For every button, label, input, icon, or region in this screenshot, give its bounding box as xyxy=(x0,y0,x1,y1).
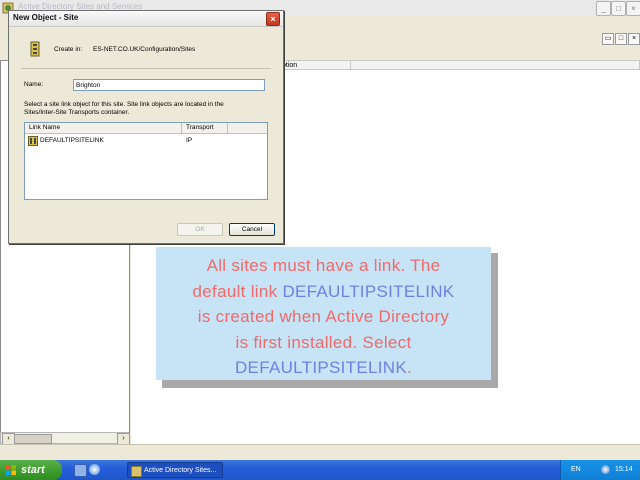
dialog-close-button[interactable]: × xyxy=(266,12,280,26)
dialog-title: New Object - Site xyxy=(13,13,79,22)
clock[interactable]: 15:14 xyxy=(615,466,633,473)
list-header: Link Name Transport xyxy=(25,123,267,134)
child-maximize-icon[interactable]: □ xyxy=(615,33,627,45)
scroll-thumb[interactable] xyxy=(14,434,52,444)
start-button[interactable]: start xyxy=(0,460,62,480)
restore-child-icon[interactable]: ▭ xyxy=(602,33,614,45)
column-transport[interactable]: Transport xyxy=(182,123,228,133)
cancel-button[interactable]: Cancel xyxy=(229,223,275,236)
tree-horizontal-scrollbar[interactable]: ‹ › xyxy=(0,432,130,445)
taskbar-item-label: Active Directory Sites... xyxy=(144,467,217,474)
tutorial-callout: All sites must have a link. The default … xyxy=(156,247,491,380)
name-label: Name: xyxy=(24,81,44,88)
create-in-label: Create in: xyxy=(54,46,83,53)
taskbar-item-active-directory[interactable]: Active Directory Sites... xyxy=(127,462,223,478)
instruction-line-1: Select a site link object for this site.… xyxy=(24,101,224,108)
transport-cell: IP xyxy=(186,137,193,144)
link-name-cell: DEFAULTIPSITELINK xyxy=(40,137,104,144)
close-icon[interactable]: × xyxy=(626,1,640,16)
windows-logo-icon xyxy=(6,465,16,475)
callout-line-2: default link xyxy=(192,281,283,301)
sitelink-icon xyxy=(28,136,38,146)
site-name-input[interactable]: Brighton xyxy=(73,79,265,91)
column-header-empty[interactable] xyxy=(350,60,640,70)
language-indicator[interactable]: EN xyxy=(571,466,581,473)
divider xyxy=(21,68,271,69)
callout-highlight-1: DEFAULTIPSITELINK xyxy=(282,281,455,301)
new-object-site-dialog: New Object - Site × Create in: ES-NET.CO… xyxy=(8,10,284,244)
site-icon xyxy=(30,41,40,57)
column-link-name[interactable]: Link Name xyxy=(25,123,182,133)
callout-line-4: is first installed. Select xyxy=(235,332,412,352)
ok-button[interactable]: OK xyxy=(177,223,223,236)
system-tray: EN 15:14 xyxy=(560,460,640,480)
explorer-icon[interactable] xyxy=(74,464,87,477)
column-header-description[interactable]: ption xyxy=(277,60,351,70)
status-bar xyxy=(0,444,640,461)
callout-highlight-2: DEFAULTIPSITELINK xyxy=(234,358,407,377)
ie-icon[interactable] xyxy=(89,464,100,475)
network-icon[interactable] xyxy=(601,465,610,474)
callout-line-1: All sites must have a link. The xyxy=(206,256,441,275)
create-in-path: ES-NET.CO.UK/Configuration/Sites xyxy=(93,46,196,53)
list-item[interactable]: DEFAULTIPSITELINK IP xyxy=(25,136,267,146)
child-close-icon[interactable]: × xyxy=(628,33,640,45)
callout-line-3: is created when Active Directory xyxy=(197,307,450,326)
maximize-icon[interactable]: □ xyxy=(611,1,626,16)
callout-period: . xyxy=(406,358,413,377)
dialog-titlebar[interactable]: New Object - Site × xyxy=(9,11,283,27)
callout-text: All sites must have a link. The default … xyxy=(156,253,491,381)
minimize-icon[interactable]: _ xyxy=(596,1,611,16)
task-app-icon xyxy=(131,466,142,477)
instruction-line-2: Sites/Inter-Site Transports container. xyxy=(24,109,130,116)
start-label: start xyxy=(21,464,45,476)
site-link-list[interactable]: Link Name Transport DEFAULTIPSITELINK IP xyxy=(24,122,268,200)
